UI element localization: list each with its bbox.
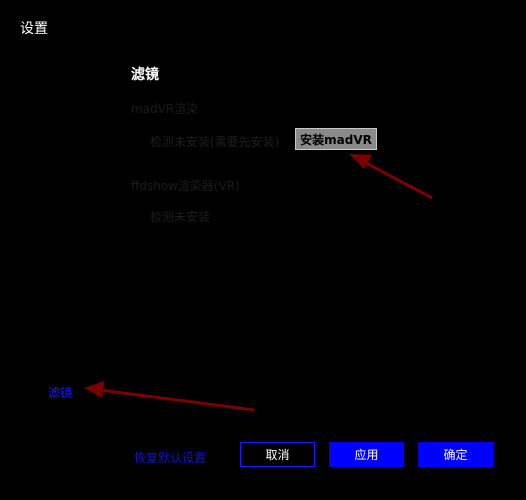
annotation-arrows bbox=[84, 154, 433, 412]
annotation-arrow-filter bbox=[84, 381, 255, 412]
annotation-arrow-install bbox=[349, 154, 433, 200]
